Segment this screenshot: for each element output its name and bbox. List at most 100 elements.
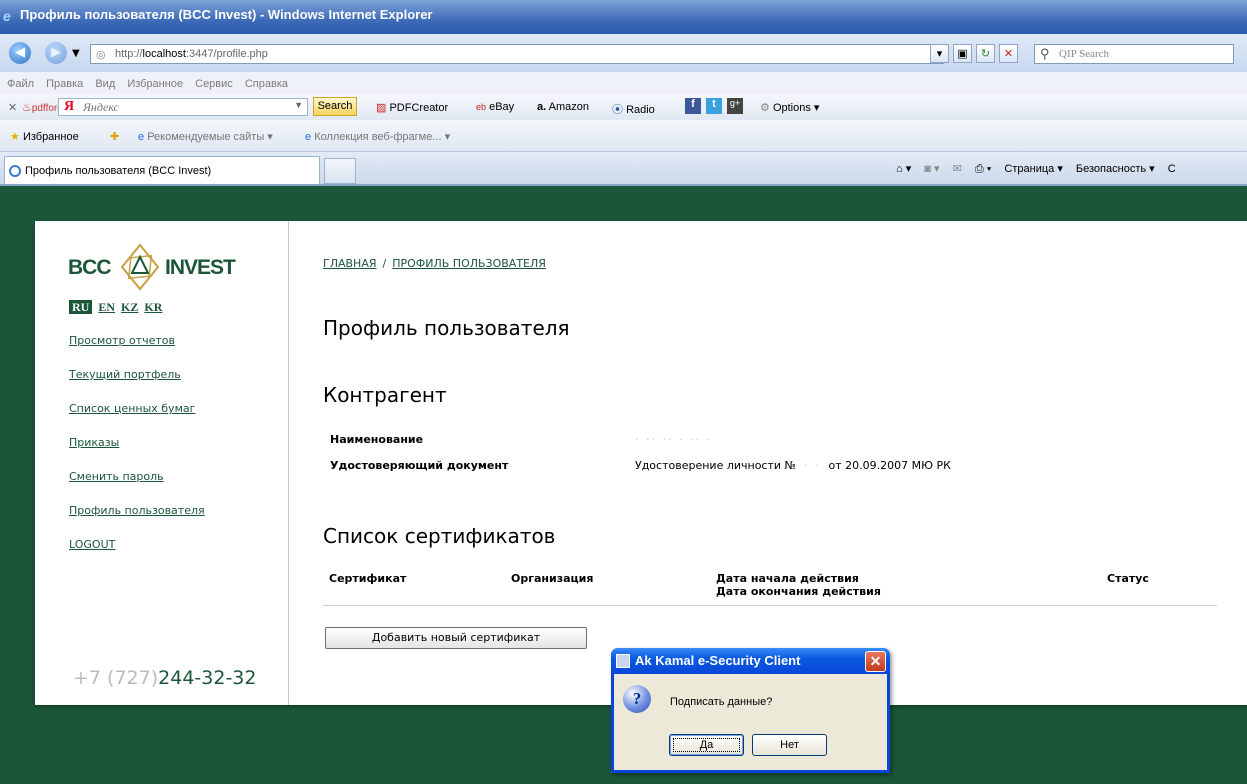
site-icon: ◎ — [96, 49, 106, 61]
dialog-title: Ak Kamal e-Security Client — [635, 653, 801, 668]
pdfcreator-label: PDFCreator — [389, 102, 449, 114]
name-label: Наименование — [330, 433, 424, 446]
menu-help[interactable]: Справка — [245, 78, 288, 90]
menu-view[interactable]: Вид — [95, 78, 115, 90]
recommended-sites-label: Рекомендуемые сайты ▾ — [147, 131, 273, 143]
radio-button[interactable]: ⦿ Radio — [612, 101, 655, 117]
col-certificate: Сертификат — [329, 572, 407, 585]
yandex-toolbar: ✕ ♨pdfforge Я Яндекс ▼ Search ▨ PDFCreat… — [0, 94, 1247, 120]
new-tab-button[interactable] — [324, 158, 356, 184]
yandex-search-input[interactable]: Я Яндекс ▼ — [58, 98, 308, 116]
menu-favorites[interactable]: Избранное — [127, 78, 183, 90]
no-button[interactable]: Нет — [752, 734, 827, 756]
yes-button[interactable]: Да — [669, 734, 744, 756]
mail-icon[interactable]: ✉ — [953, 163, 962, 175]
sidebar-link-logout[interactable]: LOGOUT — [69, 538, 115, 551]
facebook-icon[interactable]: f — [685, 98, 701, 114]
yandex-search-button[interactable]: Search — [313, 97, 357, 116]
back-button[interactable]: ◀ — [9, 42, 31, 64]
bcc-invest-logo[interactable]: BCC INVEST — [68, 243, 258, 291]
col-organization: Организация — [511, 572, 594, 585]
menu-edit[interactable]: Правка — [46, 78, 83, 90]
forward-button[interactable]: ▶ — [45, 42, 67, 64]
ie-page-icon: e — [138, 131, 145, 143]
lang-ru[interactable]: RU — [69, 300, 93, 314]
feeds-icon[interactable]: ◙ ▾ — [924, 163, 939, 175]
document-value: Удостоверение личности № · · от 20.09.2007… — [635, 459, 951, 472]
url-rest: :3447/profile.php — [185, 48, 268, 60]
googleplus-icon[interactable]: g+ — [727, 98, 743, 114]
add-favorite-icon[interactable]: ✚ — [110, 130, 119, 143]
webslice-gallery-button[interactable]: e Коллекция веб-фрагме... ▾ — [305, 130, 450, 143]
yandex-label: Яндекс — [83, 100, 119, 114]
document-value-prefix: Удостоверение личности № — [635, 459, 796, 472]
close-toolbar-icon[interactable]: ✕ — [8, 101, 17, 114]
address-input[interactable]: ◎ http://localhost:3447/profile.php — [90, 44, 944, 64]
options-button[interactable]: ⚙ Options ▾ — [760, 101, 819, 114]
amazon-button[interactable]: a. Amazon — [537, 101, 589, 113]
search-input[interactable]: ⚲ QIP Search — [1034, 44, 1234, 64]
security-menu[interactable]: Безопасность ▾ — [1076, 163, 1155, 175]
lang-kz[interactable]: KZ — [121, 300, 138, 314]
sidebar-link-change-password[interactable]: Сменить пароль — [69, 470, 164, 483]
breadcrumb: ГЛАВНАЯ / ПРОФИЛЬ ПОЛЬЗОВАТЕЛЯ — [323, 257, 546, 270]
webslice-gallery-label: Коллекция веб-фрагме... ▾ — [314, 131, 451, 143]
twitter-icon[interactable]: t — [706, 98, 722, 114]
page-menu[interactable]: Страница ▾ — [1004, 163, 1062, 175]
security-client-dialog: Ak Kamal e-Security Client ✕ ? Подписать… — [611, 648, 890, 773]
language-switcher: RU EN KZ KR — [69, 300, 165, 315]
command-bar: ⌂ ▾ ◙ ▾ ✉ ⎙ ▾ Страница ▾ Безопасность ▾ … — [896, 162, 1186, 176]
refresh-icon[interactable]: ↻ — [976, 44, 995, 63]
logo-left-text: BCC — [68, 256, 111, 279]
home-icon[interactable]: ⌂ ▾ — [896, 163, 911, 175]
tab-profile[interactable]: Профиль пользователя (BCC Invest) — [4, 156, 320, 184]
address-dropdown-icon[interactable]: ▾ — [930, 44, 949, 63]
dialog-titlebar[interactable]: Ak Kamal e-Security Client ✕ — [611, 648, 890, 674]
favorites-button[interactable]: ★ Избранное — [10, 130, 79, 143]
col-status: Статус — [1107, 572, 1149, 585]
sidebar-link-portfolio[interactable]: Текущий портфель — [69, 368, 181, 381]
main-content: ГЛАВНАЯ / ПРОФИЛЬ ПОЛЬЗОВАТЕЛЯ Профиль пол… — [289, 221, 1247, 705]
lang-kr[interactable]: KR — [144, 300, 162, 314]
add-certificate-button[interactable]: Добавить новый сертификат — [325, 627, 587, 649]
address-toolbar: ◀ ▶ ▼ ◎ http://localhost:3447/profile.ph… — [0, 34, 1247, 72]
menu-tools[interactable]: Сервис — [195, 78, 233, 90]
document-label: Удостоверяющий документ — [330, 459, 509, 472]
radio-icon: ⦿ — [612, 104, 623, 116]
sidebar-link-profile[interactable]: Профиль пользователя — [69, 504, 205, 517]
tab-label: Профиль пользователя (BCC Invest) — [25, 165, 212, 177]
breadcrumb-current[interactable]: ПРОФИЛЬ ПОЛЬЗОВАТЕЛЯ — [392, 257, 546, 270]
page-container: BCC INVEST RU EN KZ KR Просмотр отчетов … — [35, 221, 1247, 705]
tab-bar: Профиль пользователя (BCC Invest) ⌂ ▾ ◙ … — [0, 152, 1247, 186]
yes-label: Да — [672, 738, 741, 752]
compatibility-icon[interactable]: ▣ — [953, 44, 972, 63]
dialog-close-button[interactable]: ✕ — [865, 651, 886, 672]
stop-icon[interactable]: ✕ — [999, 44, 1018, 63]
page-title: Профиль пользователя — [323, 316, 570, 340]
document-number-redacted: · · — [803, 459, 821, 472]
pdfcreator-button[interactable]: ▨ PDFCreator — [376, 101, 448, 114]
phone-digits: 244-32-32 — [158, 667, 257, 689]
sidebar-link-reports[interactable]: Просмотр отчетов — [69, 334, 175, 347]
ebay-button[interactable]: eb eBay — [476, 101, 514, 113]
tools-menu[interactable]: С — [1168, 163, 1176, 175]
col-start-date: Дата начала действия — [716, 572, 859, 585]
print-icon[interactable]: ⎙ ▾ — [975, 163, 991, 175]
sidebar-link-securities[interactable]: Список ценных бумаг — [69, 402, 195, 415]
counterparty-heading: Контрагент — [323, 383, 447, 407]
yandex-icon: Я — [64, 99, 75, 114]
menu-file[interactable]: Файл — [7, 78, 34, 90]
sidebar: BCC INVEST RU EN KZ KR Просмотр отчетов … — [35, 221, 289, 705]
breadcrumb-home[interactable]: ГЛАВНАЯ — [323, 257, 377, 270]
phone-code: +7 (727) — [73, 667, 159, 689]
col-dates: Дата начала действия Дата окончания дейс… — [716, 572, 881, 598]
sidebar-link-orders[interactable]: Приказы — [69, 436, 119, 449]
lang-en[interactable]: EN — [98, 300, 115, 314]
options-label: Options ▾ — [772, 102, 820, 114]
app-icon — [616, 654, 630, 668]
chevron-down-icon[interactable]: ▼ — [294, 100, 303, 110]
pdfforge-icon: ♨ — [22, 102, 32, 114]
recommended-sites-button[interactable]: e Рекомендуемые сайты ▾ — [138, 130, 273, 143]
history-dropdown-icon[interactable]: ▼ — [72, 48, 80, 59]
search-placeholder: QIP Search — [1059, 48, 1109, 60]
